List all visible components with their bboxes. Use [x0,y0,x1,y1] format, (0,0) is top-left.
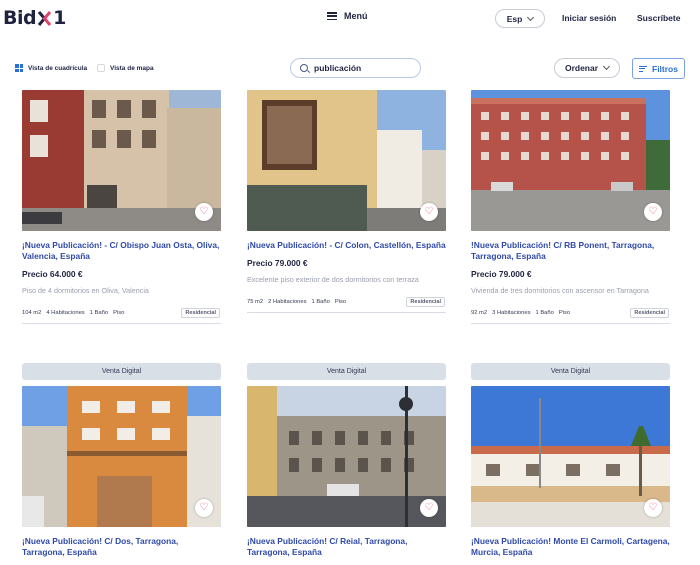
spec-rooms: 2 Habitaciones [268,299,307,305]
digital-sale-badge: Venta Digital [247,363,446,380]
filter-icon [639,65,647,72]
spec-kind: Piso [558,310,571,316]
spec-area: 75 m2 [247,299,264,305]
listing-description: Vivienda de tres dormitorios con ascenso… [471,286,649,295]
building-photo [22,90,221,231]
heart-icon: ♡ [648,206,658,217]
listing-title[interactable]: !Nueva Publicación! C/ RB Ponent, Tarrag… [471,240,670,262]
listing-photo[interactable]: ♡ [247,90,446,231]
search-input[interactable]: publicación [290,58,421,78]
logo-text-right: 1 [53,7,66,29]
listing-card[interactable]: ♡ ¡Nueva Publicación! - C/ Obispo Juan O… [22,90,221,324]
logo-x-icon [37,10,52,26]
spec-rooms: 4 Habitaciones [46,310,85,316]
listing-title[interactable]: ¡Nueva Publicación! - C/ Colon, Castelló… [247,240,446,251]
favorite-button[interactable]: ♡ [644,499,662,517]
filters-label: Filtros [652,63,678,74]
spec-rooms: 3 Habitaciones [492,310,531,316]
digital-sale-badge: Venta Digital [471,363,670,380]
building-photo [247,90,446,231]
heart-icon: ♡ [648,502,658,513]
listing-description: Piso de 4 dormitorios en Oliva, Valencia [22,286,149,295]
spec-baths: 1 Baño [535,310,554,316]
search-value: publicación [314,63,362,73]
favorite-button[interactable]: ♡ [420,499,438,517]
listing-card[interactable]: Venta Digital ♡ ¡Nueva Publicación! C/ R… [247,363,446,558]
grid-view-label: Vista de cuadrícula [28,64,88,72]
building-photo [22,386,221,527]
favorite-button[interactable]: ♡ [195,499,213,517]
listing-title[interactable]: ¡Nueva Publicación! - C/ Obispo Juan Ost… [22,240,221,262]
category-badge: Residencial [630,308,669,318]
hamburger-icon [327,12,337,20]
category-badge: Residencial [406,297,445,307]
heart-icon: ♡ [199,502,209,513]
heart-icon: ♡ [424,206,434,217]
top-navigation: Bid 1 Menú Esp Iniciar sesión Suscríbete [0,0,700,40]
menu-label: Menú [344,11,368,21]
listing-title[interactable]: ¡Nueva Publicación! C/ Dos, Tarragona, T… [22,536,221,558]
building-photo [471,90,670,231]
favorite-button[interactable]: ♡ [644,203,662,221]
grid-icon [15,64,23,72]
listing-title[interactable]: ¡Nueva Publicación! C/ Reial, Tarragona,… [247,536,446,558]
listing-toolbar: Vista de cuadrícula Vista de mapa public… [0,56,700,80]
listing-card[interactable]: ♡ ¡Nueva Publicación! - C/ Colon, Castel… [247,90,446,313]
spec-baths: 1 Baño [89,310,109,316]
heart-icon: ♡ [199,206,209,217]
language-select[interactable]: Esp [495,9,545,28]
listing-specs: 75 m2 2 Habitaciones 1 Baño Piso Residen… [247,297,446,313]
menu-button[interactable]: Menú [327,11,368,21]
spec-baths: 1 Baño [311,299,330,305]
category-badge: Residencial [181,308,220,318]
listing-specs: 92 m2 3 Habitaciones 1 Baño Piso Residen… [471,308,670,324]
listing-photo[interactable]: ♡ [471,90,670,231]
spec-area: 104 m2 [22,310,42,316]
digital-sale-badge: Venta Digital [22,363,221,380]
spec-area: 92 m2 [471,310,488,316]
listing-card[interactable]: Venta Digital ♡ ¡Nueva Publicación! Mont… [471,363,670,558]
spec-kind: Piso [113,310,125,316]
listing-photo[interactable]: ♡ [247,386,446,527]
search-icon [300,64,308,72]
listing-specs: 104 m2 4 Habitaciones 1 Baño Piso Reside… [22,308,221,324]
login-link[interactable]: Iniciar sesión [562,13,616,23]
order-label: Ordenar [564,63,599,73]
map-view-label: Vista de mapa [110,64,154,72]
spec-kind: Piso [334,299,347,305]
listing-photo[interactable]: ♡ [22,386,221,527]
chevron-down-icon [602,62,611,71]
map-view-toggle[interactable]: Vista de mapa [97,64,154,72]
building-photo [247,386,446,527]
bidx1-logo[interactable]: Bid 1 [3,7,66,29]
grid-view-toggle[interactable]: Vista de cuadrícula [15,64,87,72]
logo-text-left: Bid [3,7,37,29]
listing-photo[interactable]: ♡ [22,90,221,231]
listing-card[interactable]: ♡ !Nueva Publicación! C/ RB Ponent, Tarr… [471,90,670,324]
favorite-button[interactable]: ♡ [195,203,213,221]
heart-icon: ♡ [424,502,434,513]
listing-price: Precio 79.000 € [471,269,532,279]
signup-link[interactable]: Suscríbete [637,13,680,23]
listing-card[interactable]: Venta Digital ♡ ¡Nueva Publicación! C/ D… [22,363,221,558]
listing-price: Precio 79.000 € [247,258,308,268]
building-photo [471,386,670,527]
language-label: Esp [506,13,523,24]
order-select[interactable]: Ordenar [554,58,620,78]
listing-price: Precio 64.000 € [22,269,83,279]
chevron-down-icon [527,13,535,21]
listing-title[interactable]: ¡Nueva Publicación! Monte El Carmoli, Ca… [471,536,670,558]
listing-description: Excelente piso exterior de dos dormitori… [247,275,419,284]
filters-button[interactable]: Filtros [632,58,685,79]
favorite-button[interactable]: ♡ [420,203,438,221]
listing-photo[interactable]: ♡ [471,386,670,527]
map-icon [97,64,105,72]
